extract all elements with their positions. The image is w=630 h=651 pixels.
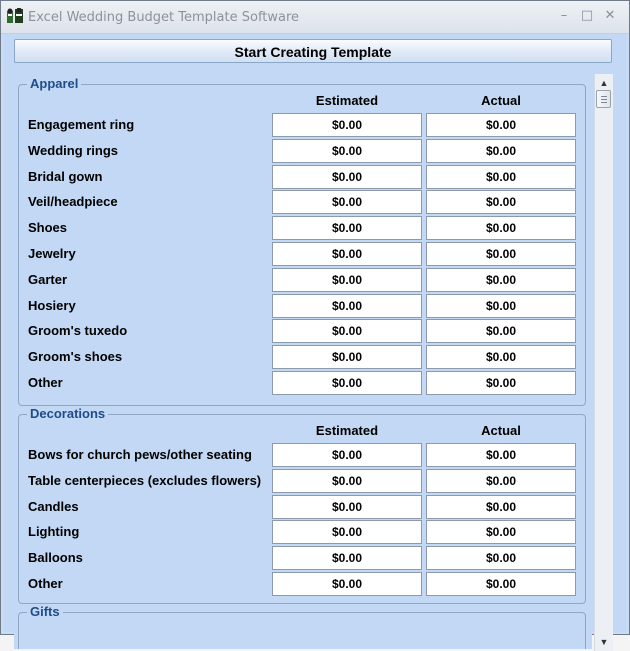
row-label: Jewelry (28, 246, 76, 261)
actual-input[interactable]: $0.00 (426, 216, 576, 241)
row-label: Hosiery (28, 297, 76, 313)
actual-input[interactable]: $0.00 (426, 293, 576, 318)
window-title: Excel Wedding Budget Template Software (28, 10, 300, 25)
estimated-input[interactable]: $0.00 (272, 494, 422, 519)
actual-input[interactable]: $0.00 (426, 572, 576, 596)
section-title: Gifts (27, 604, 63, 619)
estimated-input[interactable]: $0.00 (272, 267, 422, 292)
scrollbar-thumb[interactable] (596, 90, 611, 108)
row-label: Bows for church pews/other seating (28, 447, 252, 462)
actual-column-header: Actual (481, 93, 521, 108)
row-label: Shoes (28, 220, 68, 236)
row-label: Wedding rings (28, 142, 119, 158)
title-bar[interactable]: Excel Wedding Budget Template Software –… (1, 1, 629, 34)
row-label: Garter (28, 271, 68, 287)
actual-input[interactable]: $0.00 (426, 190, 576, 215)
app-icon (6, 7, 24, 24)
estimated-input[interactable]: $0.00 (272, 113, 422, 137)
row-label: Groom's tuxedo (28, 323, 128, 339)
actual-input[interactable]: $0.00 (426, 267, 576, 292)
actual-input[interactable]: $0.00 (426, 371, 576, 395)
actual-input[interactable]: $0.00 (426, 520, 576, 545)
actual-input[interactable]: $0.00 (426, 494, 576, 519)
start-creating-template-button[interactable]: Start Creating Template (14, 39, 612, 63)
section-title: Decorations (27, 406, 109, 421)
minimize-button[interactable]: – (555, 8, 573, 24)
estimated-input[interactable]: $0.00 (272, 164, 422, 189)
estimated-input[interactable]: $0.00 (272, 138, 422, 163)
row-label: Lighting (28, 524, 80, 540)
estimated-input[interactable]: $0.00 (272, 319, 422, 344)
client-area: Start Creating Template Apparel Estimate… (4, 34, 626, 651)
section-title: Apparel (27, 76, 82, 91)
app-window: Excel Wedding Budget Template Software –… (0, 0, 630, 651)
row-label: Balloons (28, 550, 83, 566)
maximize-button[interactable]: □ (578, 8, 596, 24)
estimated-input[interactable]: $0.00 (272, 242, 422, 266)
estimated-input[interactable]: $0.00 (272, 520, 422, 545)
row-label: Other (28, 375, 63, 390)
actual-column-header: Actual (481, 423, 521, 438)
vertical-scrollbar[interactable]: ▲ ▼ (594, 74, 613, 651)
actual-input[interactable]: $0.00 (426, 242, 576, 266)
actual-input[interactable]: $0.00 (426, 443, 576, 467)
row-label: Table centerpieces (excludes flowers) (28, 472, 262, 488)
actual-input[interactable]: $0.00 (426, 468, 576, 493)
row-label: Veil/headpiece (28, 194, 118, 210)
section-apparel: Apparel Estimated Actual Engagement ring… (18, 76, 586, 406)
estimated-input[interactable]: $0.00 (272, 371, 422, 395)
estimated-input[interactable]: $0.00 (272, 293, 422, 318)
section-decorations: Decorations Estimated Actual Bows for ch… (18, 406, 586, 604)
actual-input[interactable]: $0.00 (426, 113, 576, 137)
row-label: Candles (28, 498, 79, 514)
estimated-input[interactable]: $0.00 (272, 190, 422, 215)
row-label: Groom's shoes (28, 349, 123, 365)
estimated-input[interactable]: $0.00 (272, 443, 422, 467)
estimated-input[interactable]: $0.00 (272, 345, 422, 370)
actual-input[interactable]: $0.00 (426, 546, 576, 571)
estimated-column-header: Estimated (315, 423, 379, 438)
section-gifts: Gifts (18, 604, 586, 649)
estimated-input[interactable]: $0.00 (272, 468, 422, 493)
estimated-input[interactable]: $0.00 (272, 216, 422, 241)
scroll-down-arrow-icon[interactable]: ▼ (595, 635, 613, 649)
row-label: Engagement ring (28, 117, 135, 132)
row-label: Bridal gown (28, 168, 103, 184)
actual-input[interactable]: $0.00 (426, 164, 576, 189)
scroll-up-arrow-icon[interactable]: ▲ (595, 76, 613, 90)
close-button[interactable]: ✕ (601, 8, 619, 24)
estimated-column-header: Estimated (315, 93, 379, 108)
actual-input[interactable]: $0.00 (426, 319, 576, 344)
estimated-input[interactable]: $0.00 (272, 546, 422, 571)
form-scroll-area: Apparel Estimated Actual Engagement ring… (14, 74, 592, 649)
row-label: Other (28, 576, 63, 591)
actual-input[interactable]: $0.00 (426, 138, 576, 163)
estimated-input[interactable]: $0.00 (272, 572, 422, 596)
actual-input[interactable]: $0.00 (426, 345, 576, 370)
